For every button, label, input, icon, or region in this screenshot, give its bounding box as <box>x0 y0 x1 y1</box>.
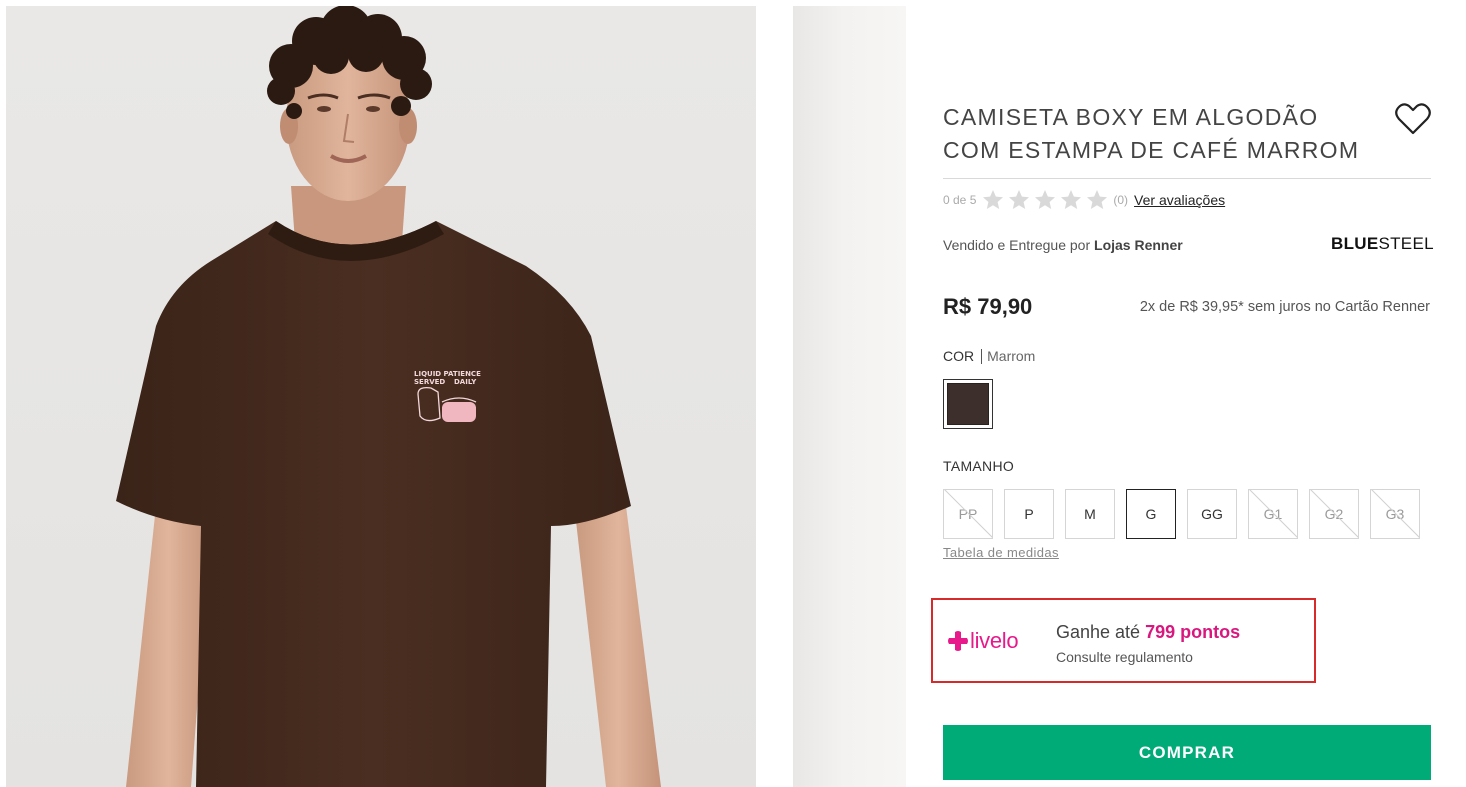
heart-outline-icon <box>1395 103 1431 135</box>
size-chart-link[interactable]: Tabela de medidas <box>943 545 1059 560</box>
size-options: PP P M G GG G1 G2 G3 <box>943 489 1420 539</box>
product-title-line1: CAMISETA BOXY EM ALGODÃO <box>943 104 1319 130</box>
star-icon <box>1061 190 1082 209</box>
size-option-pp[interactable]: PP <box>943 489 993 539</box>
installments-info: 2x de R$ 39,95* sem juros no Cartão Renn… <box>1139 299 1430 315</box>
product-photo-main[interactable]: LIQUID PATIENCE SERVED DAILY <box>6 6 756 787</box>
svg-text:SERVED: SERVED <box>414 378 445 386</box>
livelo-points: 799 pontos <box>1145 622 1241 642</box>
color-label: COR <box>943 348 975 364</box>
size-option-g[interactable]: G <box>1126 489 1176 539</box>
product-photo-secondary[interactable] <box>793 6 906 787</box>
svg-text:DAILY: DAILY <box>454 378 477 386</box>
model-wearing-tshirt-image: LIQUID PATIENCE SERVED DAILY <box>116 6 661 787</box>
size-option-g3[interactable]: G3 <box>1370 489 1420 539</box>
seller-name: Lojas Renner <box>1094 237 1183 253</box>
buy-button[interactable]: COMPRAR <box>943 725 1431 780</box>
star-icon <box>1009 190 1030 209</box>
size-option-g2[interactable]: G2 <box>1309 489 1359 539</box>
livelo-logo: livelo <box>948 628 1019 654</box>
rating-score-text: 0 de 5 <box>943 193 977 207</box>
livelo-regulation-link[interactable]: Consulte regulamento <box>1056 649 1193 665</box>
brand-logo[interactable]: BLUESTEEL <box>1331 234 1434 254</box>
title-divider <box>943 178 1431 179</box>
brand-name-part1: BLUE <box>1331 234 1379 253</box>
color-swatch-marrom[interactable] <box>943 379 993 429</box>
color-value: Marrom <box>987 348 1036 364</box>
size-option-g1[interactable]: G1 <box>1248 489 1298 539</box>
size-option-m[interactable]: M <box>1065 489 1115 539</box>
livelo-earn-text: Ganhe até 799 pontos <box>1056 622 1240 643</box>
product-title-line2: COM ESTAMPA DE CAFÉ MARROM <box>943 137 1360 163</box>
product-price: R$ 79,90 <box>943 294 1033 319</box>
size-option-p[interactable]: P <box>1004 489 1054 539</box>
livelo-plus-icon <box>948 631 968 651</box>
product-rating: 0 de 5 (0) Ver avaliações <box>943 186 1225 214</box>
color-label-row: COR Marrom <box>943 348 1035 364</box>
star-icon <box>983 190 1004 209</box>
favorite-button[interactable] <box>1394 102 1432 136</box>
livelo-earn-prefix: Ganhe até <box>1056 622 1141 642</box>
seller-prefix: Vendido e Entregue por <box>943 237 1091 253</box>
size-option-gg[interactable]: GG <box>1187 489 1237 539</box>
livelo-logo-text: livelo <box>970 628 1019 653</box>
star-icon <box>1087 190 1108 209</box>
svg-text:LIQUID PATIENCE: LIQUID PATIENCE <box>414 370 481 378</box>
seller-info: Vendido e Entregue por Lojas Renner <box>943 237 1183 253</box>
see-reviews-link[interactable]: Ver avaliações <box>1134 192 1225 208</box>
star-icon <box>1035 190 1056 209</box>
size-label: TAMANHO <box>943 458 1015 474</box>
brand-name-part2: STEEL <box>1378 234 1434 253</box>
rating-count: (0) <box>1113 193 1129 207</box>
color-swatch-fill <box>947 383 989 425</box>
rating-stars <box>980 188 1110 212</box>
product-title: CAMISETA BOXY EM ALGODÃO COM ESTAMPA DE … <box>943 101 1383 167</box>
color-separator <box>981 348 983 364</box>
